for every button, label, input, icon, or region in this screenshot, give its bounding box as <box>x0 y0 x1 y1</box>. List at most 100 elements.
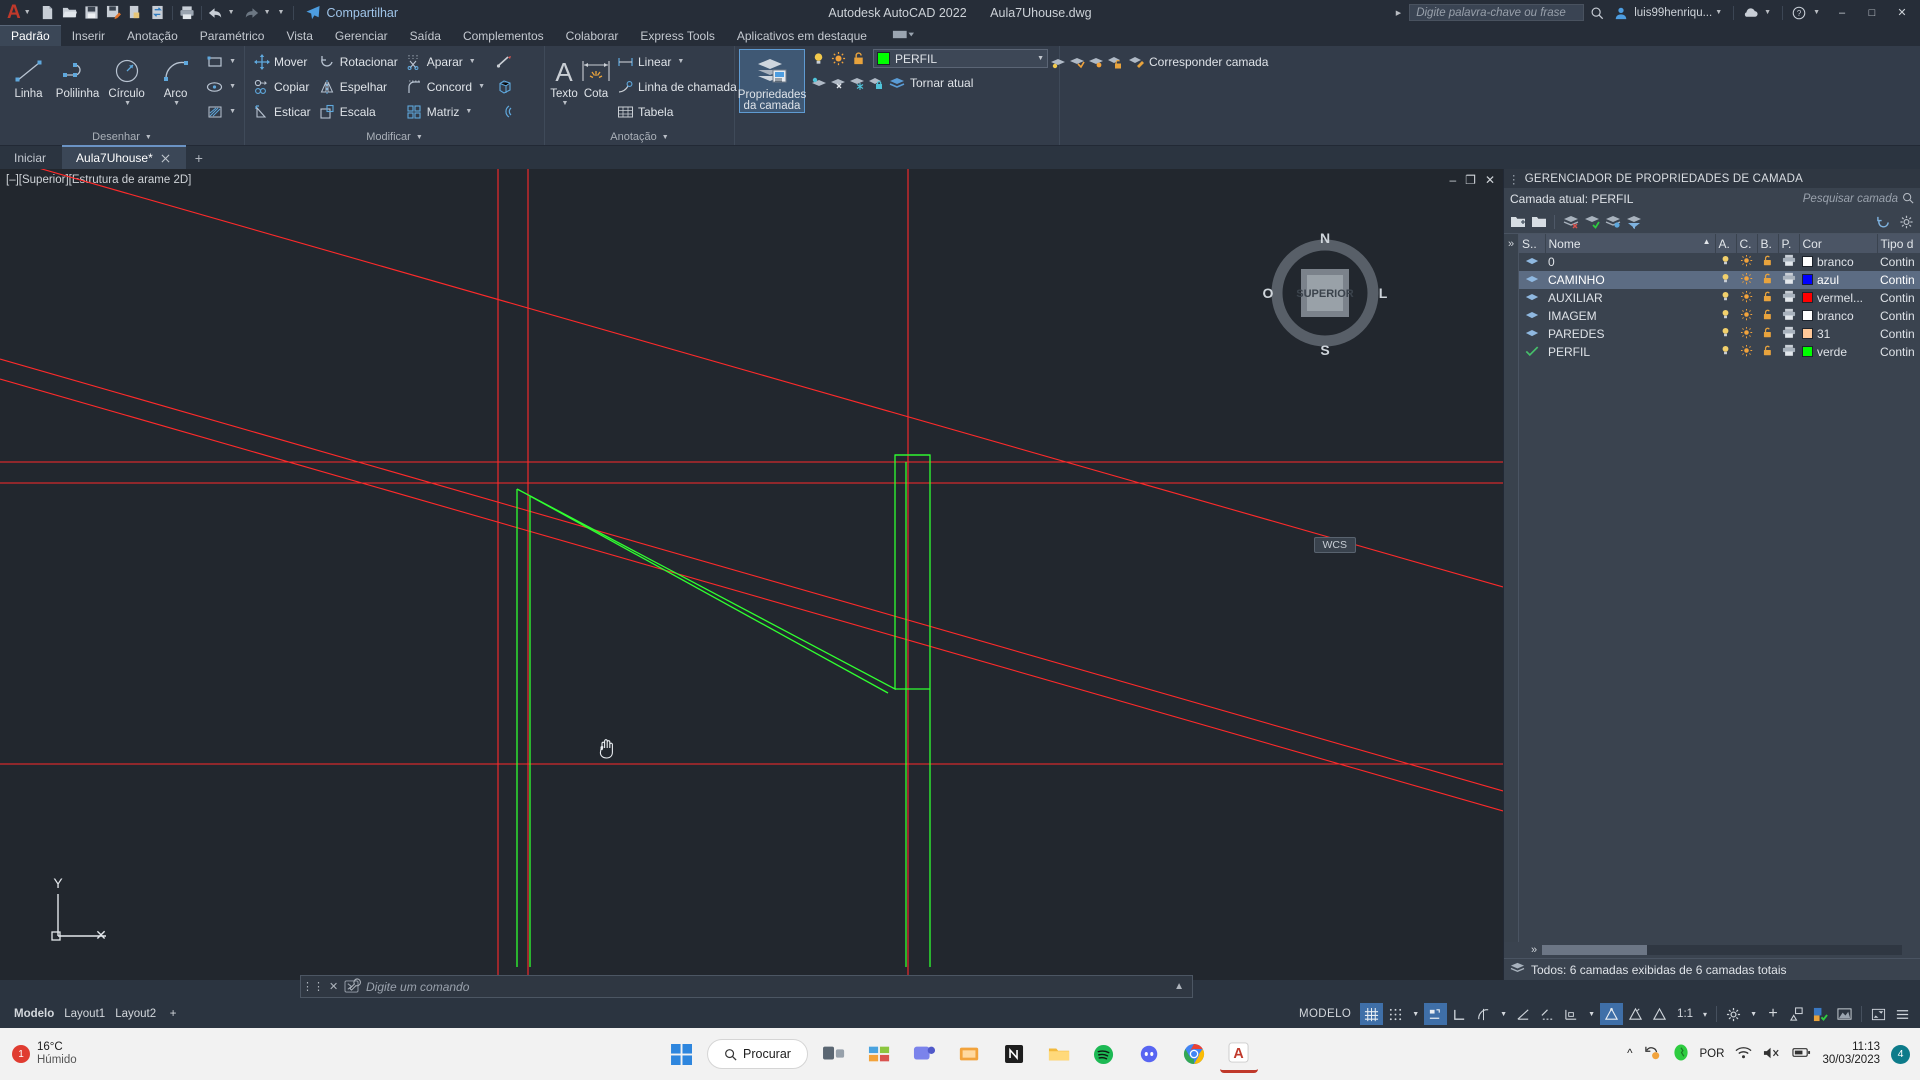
layer-linetype-cell[interactable]: Contin <box>1877 307 1920 325</box>
store-icon[interactable] <box>950 1035 988 1073</box>
layer-plot-cell[interactable] <box>1778 253 1799 271</box>
object-snap-icon[interactable] <box>1600 1003 1624 1025</box>
layer-freeze-cell[interactable] <box>1736 271 1757 289</box>
command-line[interactable]: Digite um comando ▲ <box>300 975 1193 998</box>
tab-modelo[interactable]: Modelo <box>10 1003 58 1025</box>
col-linetype[interactable]: Tipo d <box>1877 234 1920 253</box>
weather-widget[interactable]: 1 16°C Húmido <box>0 1041 77 1067</box>
panel-expand-icon[interactable]: ▼ <box>145 134 152 141</box>
draw-hatch-button[interactable]: ▼ <box>202 99 240 124</box>
tab-inserir[interactable]: Inserir <box>61 26 116 46</box>
layer-on-cell[interactable] <box>1715 307 1736 325</box>
panel-expand-icon[interactable]: ▼ <box>416 134 423 141</box>
isometric-draft-icon[interactable] <box>1512 1003 1535 1025</box>
layer-on-off-icon[interactable] <box>809 49 828 68</box>
modify-move-button[interactable]: Mover <box>249 49 315 74</box>
windows-start-icon[interactable] <box>662 1035 700 1073</box>
layer-linetype-cell[interactable]: Contin <box>1877 271 1920 289</box>
command-close-icon[interactable]: ✕ <box>329 980 338 993</box>
search-icon[interactable] <box>1586 3 1608 23</box>
modify-offset-button[interactable] <box>492 99 517 124</box>
spotify-icon[interactable] <box>1085 1035 1123 1073</box>
circle-dropdown-icon[interactable]: ▼ <box>124 100 131 107</box>
layer-color-cell[interactable]: 31 <box>1799 325 1877 343</box>
text-dropdown-icon[interactable]: ▼ <box>562 100 569 107</box>
layer-freeze-cell[interactable] <box>1736 343 1757 361</box>
array-dropdown-icon[interactable]: ▼ <box>465 108 472 115</box>
widgets-icon[interactable] <box>860 1035 898 1073</box>
layer-unlock-icon[interactable] <box>1105 52 1124 71</box>
tab-vista[interactable]: Vista <box>275 26 323 46</box>
close-icon[interactable] <box>161 154 170 163</box>
transparency-icon[interactable] <box>1648 1003 1671 1025</box>
polar-tracking-icon[interactable] <box>1472 1003 1495 1025</box>
plot-preview-icon[interactable] <box>125 3 147 23</box>
modify-mirror-button[interactable]: Espelhar <box>315 74 402 99</box>
help-dropdown-icon[interactable]: ▼ <box>1812 9 1826 16</box>
draw-polyline-button[interactable]: Polilinha <box>53 49 102 100</box>
add-layout-button[interactable]: + <box>162 1003 184 1025</box>
layer-name-cell[interactable]: IMAGEM <box>1545 307 1715 325</box>
col-plot[interactable]: P. <box>1778 234 1800 253</box>
file-explorer-icon[interactable] <box>1040 1035 1078 1073</box>
layer-plot-cell[interactable] <box>1778 271 1799 289</box>
battery-icon[interactable] <box>1792 1046 1811 1062</box>
task-view-icon[interactable] <box>815 1035 853 1073</box>
layer-selector[interactable]: PERFIL ▼ <box>873 49 1048 68</box>
tab-express-tools[interactable]: Express Tools <box>629 26 725 46</box>
layer-name-cell[interactable]: PAREDES <box>1545 325 1715 343</box>
tab-padrao[interactable]: Padrão <box>0 25 61 46</box>
set-current-icon[interactable] <box>1582 212 1601 231</box>
layer-lock-icon[interactable] <box>866 73 885 92</box>
tab-complementos[interactable]: Complementos <box>452 26 555 46</box>
layer-row[interactable]: 0 branco Contin <box>1519 253 1920 271</box>
annotation-text-button[interactable]: A Texto ▼ <box>549 49 579 107</box>
taskbar-search[interactable]: Procurar <box>707 1039 808 1069</box>
layer-name-cell[interactable]: 0 <box>1545 253 1715 271</box>
drawing-canvas[interactable]: [–][Superior][Estrutura de arame 2D] – ❐… <box>0 169 1503 980</box>
isolate-objects-icon[interactable] <box>1785 1003 1808 1025</box>
tab-gerenciar[interactable]: Gerenciar <box>324 26 399 46</box>
ortho-mode-icon[interactable] <box>1448 1003 1471 1025</box>
wcs-button[interactable]: WCS <box>1313 537 1356 553</box>
layer-lock-cell[interactable] <box>1757 253 1778 271</box>
modify-trim-button[interactable]: Aparar ▼ <box>402 49 489 74</box>
layer-color-cell[interactable]: verde <box>1799 343 1877 361</box>
minimize-window-button[interactable]: – <box>1828 0 1856 25</box>
modify-3dbox-button[interactable] <box>492 74 517 99</box>
rectangle-dropdown-icon[interactable]: ▼ <box>229 58 236 65</box>
panel-expand-icon[interactable]: ▼ <box>662 134 669 141</box>
close-window-button[interactable]: ✕ <box>1888 0 1916 25</box>
maximize-window-button[interactable]: □ <box>1858 0 1886 25</box>
annotation-linear-button[interactable]: Linear ▼ <box>613 49 754 74</box>
layer-on-cell[interactable] <box>1715 343 1736 361</box>
layer-lock-cell[interactable] <box>1757 325 1778 343</box>
share-button[interactable]: Compartilhar <box>305 5 398 20</box>
scroll-thumb[interactable] <box>1542 945 1647 955</box>
layer-linetype-cell[interactable]: Contin <box>1877 289 1920 307</box>
grid-display-icon[interactable] <box>1360 1003 1384 1025</box>
layer-filter-icon[interactable] <box>1624 212 1643 231</box>
layer-off-icon[interactable] <box>828 73 847 92</box>
layer-match-button[interactable]: Corresponder camada <box>1124 49 1272 74</box>
wifi-icon[interactable] <box>1735 1046 1752 1063</box>
layer-on-cell[interactable] <box>1715 325 1736 343</box>
clean-screen-icon[interactable] <box>1833 1003 1856 1025</box>
layer-plot-cell[interactable] <box>1778 325 1799 343</box>
save-as-icon[interactable] <box>103 3 125 23</box>
application-menu-button[interactable]: A <box>4 2 23 24</box>
layer-color-cell[interactable]: branco <box>1799 307 1877 325</box>
tray-chevron-icon[interactable]: ^ <box>1627 1048 1632 1060</box>
user-name[interactable]: luis99henriqu... <box>1634 7 1712 19</box>
teams-icon[interactable] <box>905 1035 943 1073</box>
running-app-icon[interactable] <box>1673 1044 1689 1064</box>
customization-plus-icon[interactable]: + <box>1762 1003 1784 1025</box>
draw-rectangle-button[interactable]: ▼ <box>202 49 240 74</box>
add-document-tab-button[interactable]: + <box>186 147 212 169</box>
layer-on-cell[interactable] <box>1715 271 1736 289</box>
layer-make-current-button[interactable]: Tornar atual <box>885 70 977 95</box>
modify-stretch-button[interactable]: Esticar <box>249 99 315 124</box>
layer-color-cell[interactable]: azul <box>1799 271 1877 289</box>
chevron-double-right-icon[interactable]: » <box>1508 238 1514 942</box>
snap-dropdown-icon[interactable]: ▼ <box>1408 1003 1423 1025</box>
